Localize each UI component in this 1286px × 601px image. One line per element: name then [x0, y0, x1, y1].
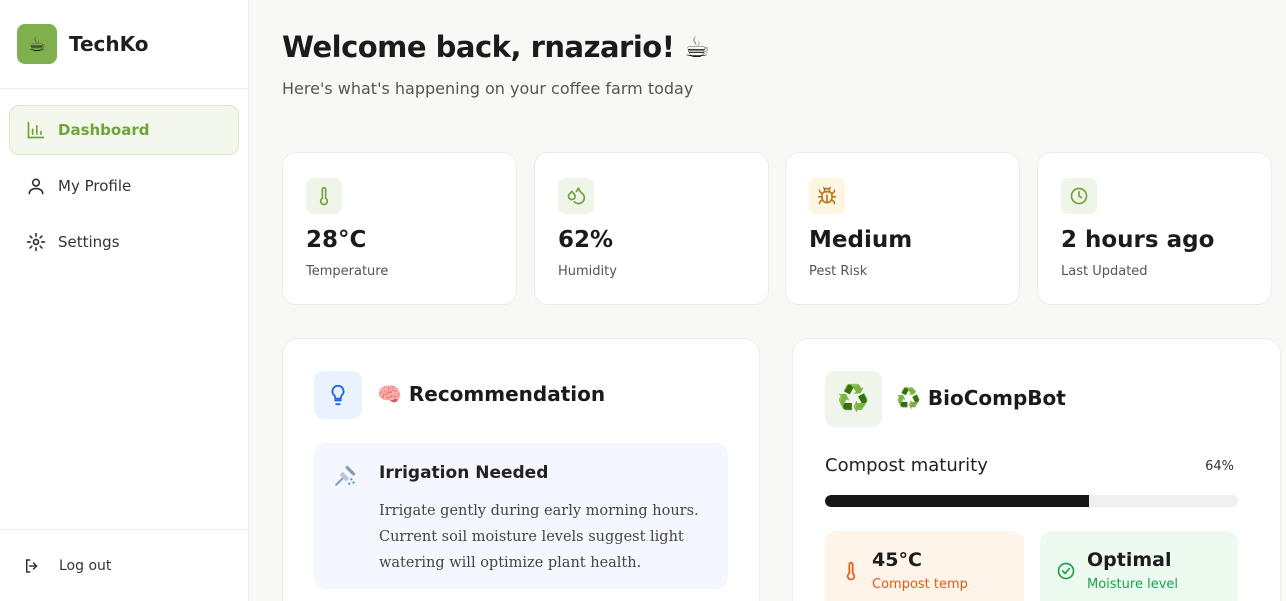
gear-icon: [26, 232, 46, 252]
page-subtitle: Here's what's happening on your coffee f…: [282, 79, 694, 98]
brand[interactable]: ☕ TechKo: [0, 0, 248, 89]
sidebar-item-dashboard[interactable]: Dashboard: [9, 105, 239, 155]
thermometer-icon: [306, 178, 342, 214]
sidebar-item-label: Dashboard: [58, 121, 150, 139]
app-name: TechKo: [69, 32, 149, 56]
thermometer-icon: [846, 561, 856, 581]
sidebar-item-label: Settings: [58, 233, 120, 251]
sidebar: ☕ TechKo Dashboard My Profile Settings L…: [0, 0, 249, 601]
sidebar-item-label: My Profile: [58, 177, 132, 195]
sidebar-item-my-profile[interactable]: My Profile: [9, 161, 239, 211]
coffee-cup-icon: ☕: [17, 24, 57, 64]
stat-label: Humidity: [558, 264, 617, 279]
check-circle-icon: [1057, 562, 1075, 580]
sidebar-nav: Dashboard My Profile Settings: [0, 89, 248, 267]
stat-card-temperature: 28°C Temperature: [282, 152, 517, 305]
stat-label: Temperature: [306, 264, 389, 279]
stat-card-last-updated: 2 hours ago Last Updated: [1037, 152, 1272, 305]
biocompbot-card: ♻️ ♻️ BioCompBot Compost maturity 64% 45…: [792, 338, 1281, 601]
stat-value: 28°C: [306, 227, 367, 253]
recommendation-item-title: Irrigation Needed: [379, 463, 549, 483]
clock-icon: [1061, 178, 1097, 214]
logout-icon: [26, 558, 38, 573]
droplets-icon: [558, 178, 594, 214]
moisture-label: Moisture level: [1087, 577, 1178, 592]
compost-temp-value: 45°C: [872, 549, 922, 571]
maturity-progress-fill: [825, 495, 1090, 507]
stat-value: 62%: [558, 227, 614, 253]
maturity-progress-bar: [825, 495, 1238, 507]
lightbulb-icon: [314, 371, 362, 419]
bug-icon: [809, 178, 845, 214]
maturity-label: Compost maturity: [825, 455, 988, 476]
logout-button[interactable]: Log out: [0, 529, 248, 601]
recommendation-card: 🧠 Recommendation Irrigation Needed Irrig…: [282, 338, 760, 601]
moisture-value: Optimal: [1087, 549, 1172, 571]
logout-label: Log out: [59, 557, 112, 574]
user-icon: [28, 178, 44, 195]
stat-label: Pest Risk: [809, 264, 868, 279]
compost-temp-tile: 45°C Compost temp: [825, 531, 1024, 601]
biocompbot-title: ♻️ BioCompBot: [896, 386, 1066, 410]
recommendation-item: Irrigation Needed Irrigate gently during…: [314, 443, 728, 589]
sidebar-item-settings[interactable]: Settings: [9, 217, 239, 267]
stat-card-pest-risk: Medium Pest Risk: [785, 152, 1020, 305]
stat-label: Last Updated: [1061, 264, 1148, 279]
recommendation-title: 🧠 Recommendation: [377, 382, 606, 406]
maturity-percent: 64%: [1205, 459, 1234, 474]
page-title: Welcome back, rnazario! ☕: [282, 30, 710, 64]
recycle-icon: ♻️: [825, 371, 882, 427]
stat-value: Medium: [809, 227, 913, 253]
compost-temp-label: Compost temp: [872, 577, 968, 592]
recommendation-item-text: Irrigate gently during early morning hou…: [379, 503, 699, 571]
bar-chart-icon: [27, 121, 45, 139]
stat-value: 2 hours ago: [1061, 227, 1215, 253]
stat-card-humidity: 62% Humidity: [534, 152, 769, 305]
moisture-tile: Optimal Moisture level: [1040, 531, 1238, 601]
shower-icon: [335, 465, 356, 486]
